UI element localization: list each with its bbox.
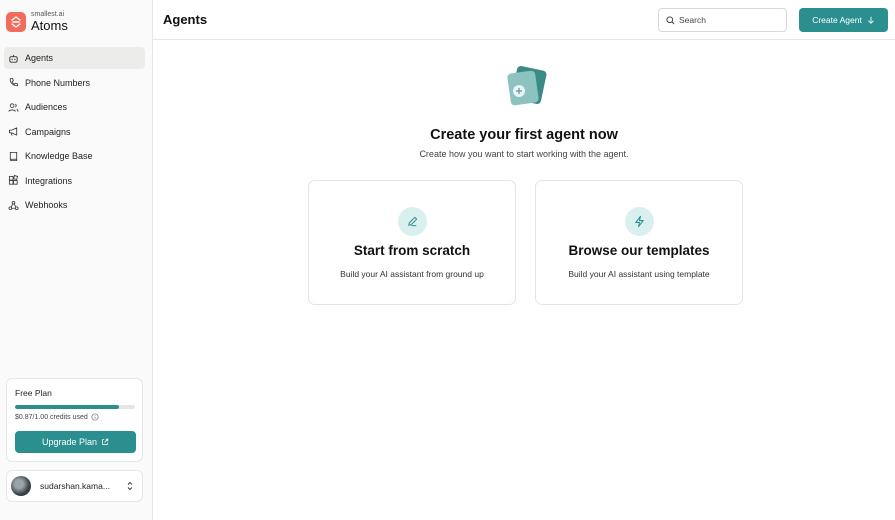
users-icon xyxy=(8,102,19,113)
megaphone-icon xyxy=(8,126,19,137)
sidebar-item-label: Webhooks xyxy=(25,200,68,210)
option-subtitle: Build your AI assistant from ground up xyxy=(340,269,484,279)
empty-state-title: Create your first agent now xyxy=(430,127,618,143)
phone-icon xyxy=(8,77,19,88)
start-from-scratch-card[interactable]: Start from scratch Build your AI assista… xyxy=(308,180,516,305)
sidebar-item-campaigns[interactable]: Campaigns xyxy=(4,121,145,143)
robot-icon xyxy=(8,53,19,64)
browse-templates-card[interactable]: Browse our templates Build your AI assis… xyxy=(535,180,743,305)
top-header: Agents Create Agent xyxy=(153,0,895,40)
credits-progress-bar xyxy=(15,405,135,409)
brand[interactable]: smallest.ai Atoms xyxy=(6,11,68,32)
brand-name: Atoms xyxy=(31,18,68,33)
user-name: sudarshan.kama... xyxy=(40,481,110,491)
option-title: Start from scratch xyxy=(353,243,471,258)
sidebar-item-label: Knowledge Base xyxy=(25,151,93,161)
sidebar-item-label: Agents xyxy=(25,53,54,63)
upgrade-plan-button[interactable]: Upgrade Plan xyxy=(15,431,136,453)
sidebar-item-knowledge-base[interactable]: Knowledge Base xyxy=(4,145,145,167)
sidebar-item-agents[interactable]: Agents xyxy=(4,47,145,69)
search-box[interactable] xyxy=(658,8,787,32)
agent-stack-illustration-icon xyxy=(504,65,548,108)
sidebar-item-integrations[interactable]: Integrations xyxy=(4,170,145,192)
blocks-icon xyxy=(8,175,19,186)
upgrade-plan-label: Upgrade Plan xyxy=(41,437,98,447)
sidebar-item-audiences[interactable]: Audiences xyxy=(4,96,145,118)
sidebar-item-phone-numbers[interactable]: Phone Numbers xyxy=(4,72,145,94)
lightning-icon xyxy=(625,207,654,236)
search-icon xyxy=(666,15,675,25)
arrow-down-icon xyxy=(867,16,875,24)
plan-card: Free Plan $0.87/1.00 credits used Upgrad… xyxy=(6,378,143,462)
sidebar-item-webhooks[interactable]: Webhooks xyxy=(4,194,145,216)
sidebar-item-label: Integrations xyxy=(25,175,73,186)
empty-state-subtitle: Create how you want to start working wit… xyxy=(419,149,629,159)
sidebar-item-label: Phone Numbers xyxy=(25,77,91,88)
sidebar-item-label: Campaigns xyxy=(25,126,71,137)
external-link-icon xyxy=(101,438,109,446)
create-agent-button[interactable]: Create Agent xyxy=(799,8,888,32)
brand-tagline: smallest.ai xyxy=(31,11,65,18)
credits-progress-fill xyxy=(15,405,120,409)
plan-title: Free Plan xyxy=(15,388,52,398)
book-icon xyxy=(8,151,19,162)
sidebar-nav: Agents Phone Numbers Audiences Campaigns… xyxy=(4,47,145,219)
create-agent-label: Create Agent xyxy=(812,15,862,25)
atoms-logo-icon xyxy=(6,11,26,32)
sidebar-item-label: Audiences xyxy=(25,102,68,112)
chevron-up-down-icon xyxy=(126,481,134,491)
search-input[interactable] xyxy=(679,15,779,25)
page-title: Agents xyxy=(163,12,208,27)
avatar xyxy=(11,476,31,496)
pencil-icon xyxy=(398,207,427,236)
webhook-icon xyxy=(8,200,19,211)
info-icon[interactable] xyxy=(91,413,99,421)
option-title: Browse our templates xyxy=(568,243,710,258)
credits-used-text: $0.87/1.00 credits used xyxy=(15,413,88,421)
user-menu[interactable]: sudarshan.kama... xyxy=(6,470,143,502)
sidebar: smallest.ai Atoms Agents Phone Numbers A… xyxy=(0,0,153,520)
option-subtitle: Build your AI assistant using template xyxy=(568,269,710,279)
